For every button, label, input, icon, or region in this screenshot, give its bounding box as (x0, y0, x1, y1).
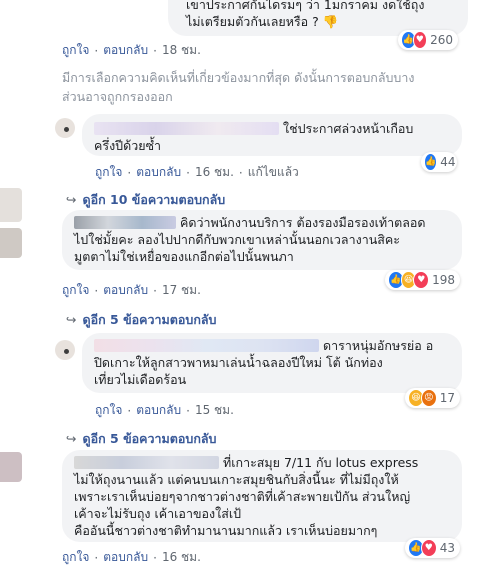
comment-actions: ถูกใจ · ตอบกลับ · 16 ชม. · แก้ไขแล้ว (95, 165, 299, 180)
comment-actions: ถูกใจ · ตอบกลับ · 17 ชม. (62, 283, 201, 298)
avatar-blurred (0, 228, 22, 258)
timestamp[interactable]: 16 ชม. (162, 550, 201, 564)
author-name-blurred[interactable] (94, 122, 279, 135)
comment-actions: ถูกใจ · ตอบกลับ · 18 ชม. (62, 43, 201, 58)
comment-bubble: ดาราหนุ่มอักษรย่อ อ ปิดเกาะให้ลูกสาวพาหม… (82, 333, 462, 393)
reaction-summary[interactable]: 😆 😡 17 (405, 388, 460, 408)
comment-text-line: คืออันนี้ชาวต่างชาติทำมานานมากแล้ว เราเห… (74, 523, 378, 538)
view-more-replies-link[interactable]: ↪ ดูอีก 10 ข้อความตอบกลับ (66, 190, 225, 210)
comment-actions: ถูกใจ · ตอบกลับ · 16 ชม. (62, 550, 201, 565)
comment-text-line: คิดว่าพนักงานบริการ ต้องรองมือรองเท้าตลอ… (179, 215, 426, 230)
comment-bubble: ใช่ประกาศล่วงหน้าเกือบ ครึ่งปีด้วยซ้ำ (82, 114, 462, 156)
timestamp[interactable]: 18 ชม. (162, 43, 201, 57)
author-name-blurred[interactable] (94, 339, 319, 352)
love-icon: ♥ (413, 271, 430, 289)
filter-notice-line: มีการเลือกความคิดเห็นที่เกี่ยวข้องมากที่… (62, 70, 415, 85)
comment-text-line: ที่เกาะสมุย 7/11 กับ lotus express (222, 455, 419, 470)
view-more-replies-link[interactable]: ↪ ดูอีก 5 ข้อความตอบกลับ (66, 429, 217, 449)
comment-actions: ถูกใจ · ตอบกลับ · 15 ชม. (95, 403, 234, 418)
comment-text-line: ใช่ประกาศล่วงหน้าเกือบ (282, 121, 414, 136)
reaction-summary[interactable]: 👍 ♥ 260 (398, 30, 458, 50)
view-more-replies-label: ดูอีก 5 ข้อความตอบกลับ (82, 312, 217, 327)
author-name-blurred[interactable] (74, 216, 176, 229)
edited-label[interactable]: แก้ไขแล้ว (248, 165, 299, 179)
reaction-summary[interactable]: 👍 44 (421, 152, 457, 172)
timestamp[interactable]: 16 ชม. (195, 165, 234, 179)
comment-text-line: ดาราหนุ่มอักษรย่อ อ (322, 338, 434, 353)
reply-link[interactable]: ตอบกลับ (103, 43, 148, 57)
love-icon: ♥ (420, 539, 437, 557)
reply-link[interactable]: ตอบกลับ (136, 165, 181, 179)
view-more-replies-label: ดูอีก 5 ข้อความตอบกลับ (82, 431, 217, 446)
like-link[interactable]: ถูกใจ (95, 403, 122, 417)
comment-text-line: เพราะเราเห็นบ่อยๆจากชาวต่างชาติที่เค้าสะ… (74, 489, 411, 504)
reply-arrow-icon: ↪ (66, 431, 77, 446)
view-more-replies-link[interactable]: ↪ ดูอีก 5 ข้อความตอบกลับ (66, 310, 217, 330)
comment-text-line: ไม่ให้ถุงนานแล้ว แต่คนบนเกาะสมุยชินกับสิ… (74, 472, 399, 487)
filter-notice: มีการเลือกความคิดเห็นที่เกี่ยวข้องมากที่… (62, 68, 414, 106)
comment-bubble: ที่เกาะสมุย 7/11 กับ lotus express ไม่ให… (62, 450, 462, 542)
reply-arrow-icon: ↪ (66, 312, 77, 327)
reaction-summary[interactable]: 👍 ♥ 43 (405, 538, 460, 558)
love-icon: ♥ (412, 31, 428, 49)
avatar-dot (64, 349, 69, 354)
like-link[interactable]: ถูกใจ (62, 550, 89, 564)
timestamp[interactable]: 15 ชม. (195, 403, 234, 417)
comment-text-line: ไม่เตรียมตัวกันเลยหรือ ? 👎 (186, 14, 339, 29)
timestamp[interactable]: 17 ชม. (162, 283, 201, 297)
comment-text-line: มูตตาไม่ใช่เหยื่อของแกอีกต่อไปนั้นพนภา (74, 249, 294, 264)
reaction-count: 17 (439, 391, 455, 405)
reaction-summary[interactable]: 👍 😆 ♥ 198 (385, 270, 460, 290)
reply-link[interactable]: ตอบกลับ (103, 283, 148, 297)
avatar-blurred (0, 188, 22, 222)
angry-icon: 😡 (420, 389, 437, 407)
avatar-dot (64, 127, 69, 132)
reaction-count: 43 (439, 541, 455, 555)
like-icon: 👍 (424, 153, 438, 171)
reaction-count: 260 (430, 33, 453, 47)
reaction-count: 198 (432, 273, 456, 287)
avatar-blurred (0, 452, 22, 482)
comment-text-line: เขาประกาศกันไดรมๆ ว่า 1มกราคม งดใช้ถุง (186, 0, 425, 12)
comment-text-line: เค้าจะไม่รับถุง เค้าเอาของใส่เป้ (74, 506, 242, 521)
filter-notice-line: ส่วนอาจถูกกรองออก (62, 89, 173, 104)
like-link[interactable]: ถูกใจ (62, 283, 89, 297)
reaction-count: 44 (440, 155, 456, 169)
like-link[interactable]: ถูกใจ (95, 165, 122, 179)
reply-arrow-icon: ↪ (66, 192, 77, 207)
like-link[interactable]: ถูกใจ (62, 43, 89, 57)
reply-link[interactable]: ตอบกลับ (136, 403, 181, 417)
comment-text-line: เที่ยวไม่เดือดร้อน (94, 372, 187, 387)
comment-text-line: ครึ่งปีด้วยซ้ำ (94, 138, 162, 153)
view-more-replies-label: ดูอีก 10 ข้อความตอบกลับ (82, 192, 226, 207)
comment-bubble: คิดว่าพนักงานบริการ ต้องรองมือรองเท้าตลอ… (62, 210, 462, 270)
comment-text-line: ปิดเกาะให้ลูกสาวพาหมาเล่นน้ำฉลองปีใหม่ โ… (94, 355, 383, 370)
author-name-blurred[interactable] (74, 456, 219, 469)
comment-text-line: ไปใช่มั้ยคะ ลองไปปากดีกับพวกเขาเหล่านั้น… (74, 232, 400, 247)
reply-link[interactable]: ตอบกลับ (103, 550, 148, 564)
